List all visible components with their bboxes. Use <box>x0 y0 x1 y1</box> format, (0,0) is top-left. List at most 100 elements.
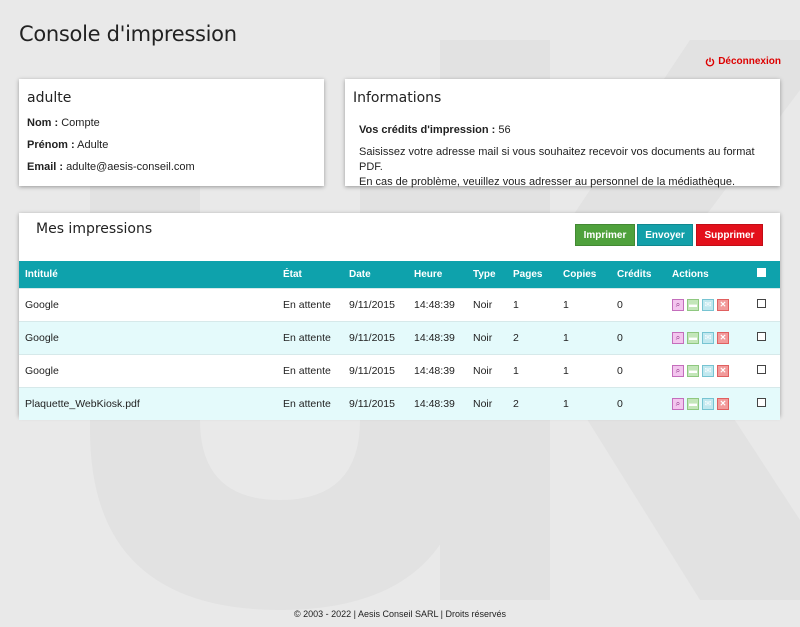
cell-actions: ⌕ ▬ ✉ ✕ <box>672 386 757 420</box>
print-icon[interactable]: ▬ <box>687 397 699 410</box>
name-label: Nom : <box>27 117 59 129</box>
table-row: Google En attente 9/11/2015 14:48:39 Noi… <box>19 353 780 387</box>
mail-icon[interactable]: ✉ <box>702 298 714 311</box>
delete-icon[interactable]: ✕ <box>717 397 729 410</box>
mail-icon[interactable]: ✉ <box>702 331 714 344</box>
cell-type: Noir <box>473 386 513 420</box>
row-checkbox[interactable] <box>757 331 766 341</box>
send-button[interactable]: Envoyer <box>637 224 693 246</box>
cell-title: Plaquette_WebKiosk.pdf <box>19 386 283 420</box>
cell-status: En attente <box>283 287 349 321</box>
cell-pages: 2 <box>513 386 563 420</box>
cell-title: Google <box>19 353 283 387</box>
cell-pages: 1 <box>513 353 563 387</box>
info-line-2: En cas de problème, veuillez vous adress… <box>359 176 736 188</box>
page-title: Console d'impression <box>19 22 237 46</box>
delete-icon[interactable]: ✕ <box>717 298 729 311</box>
email-label: Email : <box>27 161 64 173</box>
cell-select <box>757 287 780 321</box>
col-credits[interactable]: Crédits <box>617 261 672 288</box>
credits-label: Vos crédits d'impression : <box>359 124 496 136</box>
col-status[interactable]: État <box>283 261 349 288</box>
col-actions: Actions <box>672 268 709 280</box>
print-button[interactable]: Imprimer <box>575 224 635 246</box>
cell-select <box>757 320 780 354</box>
table-header: Intitulé État Date Heure Type Pages Copi… <box>19 261 780 288</box>
col-title[interactable]: Intitulé <box>19 261 283 288</box>
cell-date: 9/11/2015 <box>349 320 414 354</box>
cell-pages: 2 <box>513 320 563 354</box>
firstname-value: Adulte <box>77 139 109 151</box>
cell-copies: 1 <box>563 353 617 387</box>
row-checkbox[interactable] <box>757 397 766 407</box>
delete-icon[interactable]: ✕ <box>717 331 729 344</box>
col-type[interactable]: Type <box>473 261 513 288</box>
cell-credits: 0 <box>617 287 672 321</box>
table-row: Google En attente 9/11/2015 14:48:39 Noi… <box>19 320 780 354</box>
mail-icon[interactable]: ✉ <box>702 364 714 377</box>
cell-pages: 1 <box>513 287 563 321</box>
table-row: Plaquette_WebKiosk.pdf En attente 9/11/2… <box>19 386 780 420</box>
name-field: Nom : Compte <box>27 117 100 129</box>
delete-icon[interactable]: ✕ <box>717 364 729 377</box>
select-all-cell <box>757 261 780 288</box>
power-icon <box>705 57 715 66</box>
cell-title: Google <box>19 287 283 321</box>
firstname-label: Prénom : <box>27 139 75 151</box>
firstname-field: Prénom : Adulte <box>27 139 108 151</box>
view-icon[interactable]: ⌕ <box>672 397 684 410</box>
view-icon[interactable]: ⌕ <box>672 364 684 377</box>
cell-date: 9/11/2015 <box>349 353 414 387</box>
cell-type: Noir <box>473 320 513 354</box>
cell-copies: 1 <box>563 287 617 321</box>
name-value: Compte <box>61 117 100 129</box>
cell-time: 14:48:39 <box>414 353 473 387</box>
row-checkbox[interactable] <box>757 364 766 374</box>
cell-time: 14:48:39 <box>414 320 473 354</box>
cell-status: En attente <box>283 320 349 354</box>
view-icon[interactable]: ⌕ <box>672 298 684 311</box>
table-row: Google En attente 9/11/2015 14:48:39 Noi… <box>19 287 780 321</box>
cell-actions: ⌕ ▬ ✉ ✕ <box>672 353 757 387</box>
jobs-title: Mes impressions <box>36 221 153 237</box>
col-copies[interactable]: Copies <box>563 261 617 288</box>
cell-status: En attente <box>283 386 349 420</box>
info-card: Informations Vos crédits d'impression : … <box>345 79 780 188</box>
cell-time: 14:48:39 <box>414 287 473 321</box>
cell-select <box>757 386 780 420</box>
logout-link[interactable]: Déconnexion <box>705 56 781 67</box>
logout-label: Déconnexion <box>718 56 781 67</box>
print-icon[interactable]: ▬ <box>687 331 699 344</box>
delete-button[interactable]: Supprimer <box>696 224 763 246</box>
footer: © 2003 - 2022 | Aesis Conseil SARL | Dro… <box>293 609 507 619</box>
cell-select <box>757 353 780 387</box>
row-checkbox[interactable] <box>757 298 766 308</box>
cell-type: Noir <box>473 353 513 387</box>
email-value: adulte@aesis-conseil.com <box>66 161 195 173</box>
jobs-card: Mes impressions Imprimer Envoyer Supprim… <box>19 213 780 420</box>
cell-time: 14:48:39 <box>414 386 473 420</box>
col-pages[interactable]: Pages <box>513 261 563 288</box>
cell-credits: 0 <box>617 386 672 420</box>
user-card: adulte Nom : Compte Prénom : Adulte Emai… <box>19 79 324 186</box>
col-date[interactable]: Date <box>349 261 414 288</box>
print-icon[interactable]: ▬ <box>687 364 699 377</box>
cell-copies: 1 <box>563 320 617 354</box>
cell-date: 9/11/2015 <box>349 287 414 321</box>
cell-status: En attente <box>283 353 349 387</box>
info-line-1: Saisissez votre adresse mail si vous sou… <box>359 146 755 173</box>
view-icon[interactable]: ⌕ <box>672 331 684 344</box>
mail-icon[interactable]: ✉ <box>702 397 714 410</box>
email-field: Email : adulte@aesis-conseil.com <box>27 161 195 173</box>
col-time[interactable]: Heure <box>414 261 473 288</box>
info-message: Saisissez votre adresse mail si vous sou… <box>359 145 769 190</box>
cell-credits: 0 <box>617 320 672 354</box>
cell-actions: ⌕ ▬ ✉ ✕ <box>672 287 757 321</box>
info-title: Informations <box>353 90 442 106</box>
print-icon[interactable]: ▬ <box>687 298 699 311</box>
jobs-table: Intitulé État Date Heure Type Pages Copi… <box>19 261 780 420</box>
credits-value: 56 <box>498 124 511 136</box>
cell-title: Google <box>19 320 283 354</box>
select-all-checkbox[interactable] <box>757 268 766 278</box>
cell-actions: ⌕ ▬ ✉ ✕ <box>672 320 757 354</box>
